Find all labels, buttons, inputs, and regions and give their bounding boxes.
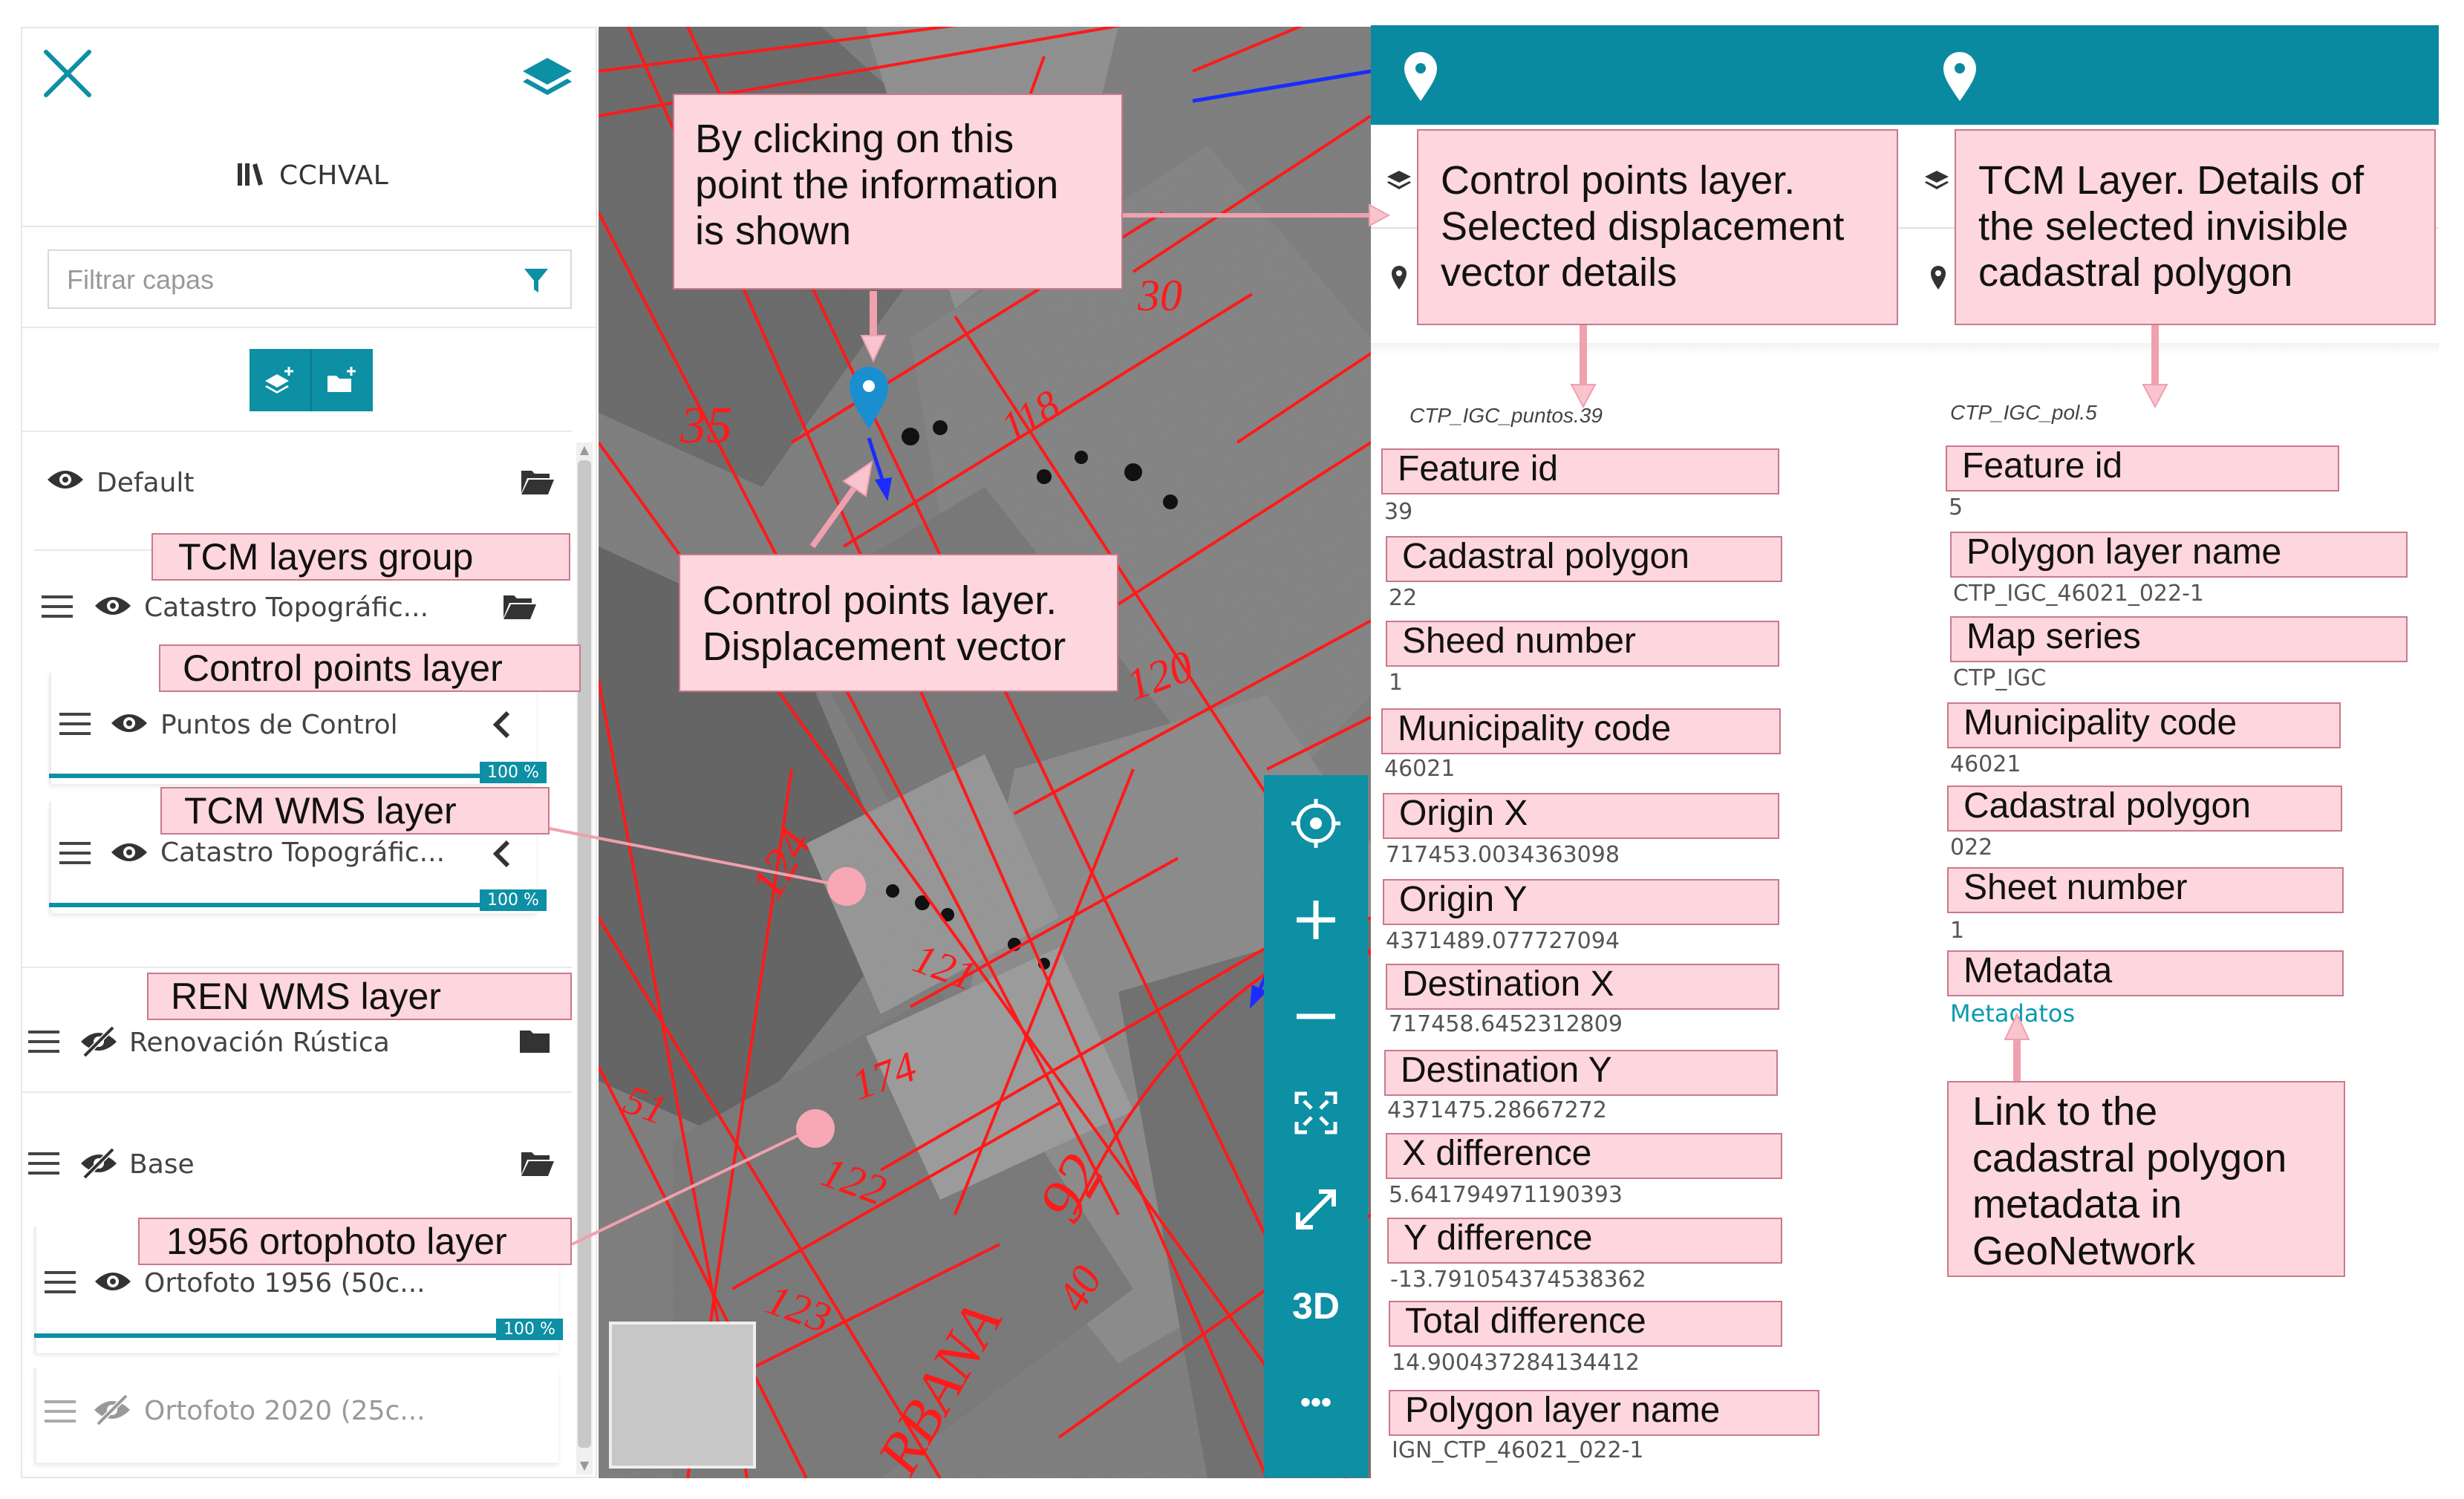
annotation-line: Selected displacement: [1441, 204, 1845, 249]
annotation-line: TCM Layer. Details of: [1978, 158, 2364, 203]
annotation-line: GeoNetwork: [1972, 1228, 2196, 1273]
annotation-tcm-group: TCM layers group: [151, 533, 570, 581]
screenshot-stage: CCHVAL Default Catastro Topográfic...: [0, 0, 2464, 1499]
annotation-line: metadata in: [1972, 1182, 2183, 1227]
annotation-control-points-layer: Control points layer: [159, 644, 581, 692]
annotation-ortho-1956: 1956 ortophoto layer: [138, 1218, 572, 1265]
annotation-line: the selected invisible: [1978, 204, 2349, 249]
annotation-line: Link to the: [1972, 1089, 2158, 1134]
annotation-displacement-vector: Control points layer. Displacement vecto…: [679, 554, 1118, 692]
annotation-line: By clicking on this: [695, 117, 1014, 161]
annotation-line: point the information: [695, 163, 1059, 208]
annotation-control-points-details: Control points layer. Selected displacem…: [1417, 129, 1898, 325]
annotation-line: vector details: [1441, 250, 1678, 295]
annotation-tcm-details: TCM Layer. Details of the selected invis…: [1955, 129, 2436, 325]
annotation-line: is shown: [695, 209, 852, 254]
annotation-click-info: By clicking on this point the informatio…: [673, 94, 1123, 290]
annotation-line: cadastral polygon: [1972, 1135, 2287, 1180]
annotation-line: Control points layer.: [703, 578, 1057, 623]
annotation-line: Displacement vector: [703, 624, 1066, 670]
annotation-line: Control points layer.: [1441, 158, 1796, 203]
annotation-ren-wms: REN WMS layer: [147, 973, 572, 1020]
annotation-tcm-wms: TCM WMS layer: [160, 787, 550, 835]
annotation-line: cadastral polygon: [1978, 250, 2293, 295]
annotation-metadata-link: Link to the cadastral polygon metadata i…: [1947, 1081, 2345, 1277]
